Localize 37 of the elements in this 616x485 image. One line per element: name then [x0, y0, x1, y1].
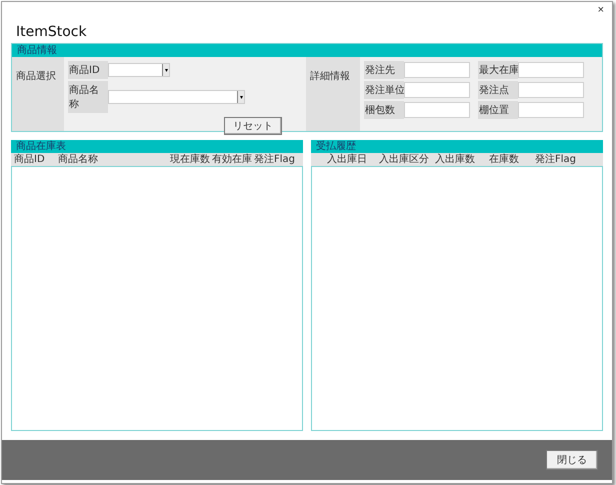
field-label: 発注単位 — [364, 81, 404, 99]
column-header: 入出庫日 — [327, 153, 368, 166]
field-label: 商品名称 — [68, 81, 108, 113]
column-header: 商品ID — [14, 153, 46, 166]
text-field[interactable] — [518, 62, 584, 78]
column-header: 有効在庫 — [212, 153, 253, 166]
list-area[interactable] — [311, 166, 603, 431]
field-label: 棚位置 — [478, 101, 518, 119]
reset-button[interactable]: リセット — [224, 117, 282, 135]
dropdown-field[interactable] — [108, 90, 245, 104]
row-label: 詳細情報 — [306, 57, 360, 131]
dropdown-field[interactable] — [108, 63, 170, 77]
column-header: 発注Flag — [254, 153, 296, 166]
text-field[interactable] — [404, 82, 470, 98]
column-header: 商品名称 — [58, 153, 99, 166]
column-header: 現在庫数 — [170, 153, 211, 166]
field-label: 梱包数 — [364, 101, 404, 119]
column-header: 発注Flag — [535, 153, 578, 166]
close-button[interactable]: × — [598, 4, 604, 16]
column-header: 入出庫数 — [435, 153, 476, 166]
field-label: 商品ID — [68, 61, 108, 79]
text-field[interactable] — [404, 102, 470, 118]
column-header: 入出庫区分 — [379, 153, 430, 166]
section-header: 商品情報 — [12, 44, 602, 57]
text-field[interactable] — [404, 62, 470, 78]
panel-header: 商品在庫表 — [11, 140, 303, 153]
field-label: 発注先 — [364, 61, 404, 79]
row-label: 商品選択 — [12, 57, 64, 131]
column-header: 在庫数 — [489, 153, 520, 166]
window-title: ItemStock — [16, 24, 87, 40]
list-area[interactable] — [11, 166, 303, 431]
text-field[interactable] — [518, 102, 584, 118]
field-label: 最大在庫 — [478, 61, 518, 79]
field-label: 発注点 — [478, 81, 518, 99]
close-button[interactable]: 閉じる — [546, 450, 598, 470]
panel-header: 受払履歴 — [311, 140, 603, 153]
text-field[interactable] — [518, 82, 584, 98]
